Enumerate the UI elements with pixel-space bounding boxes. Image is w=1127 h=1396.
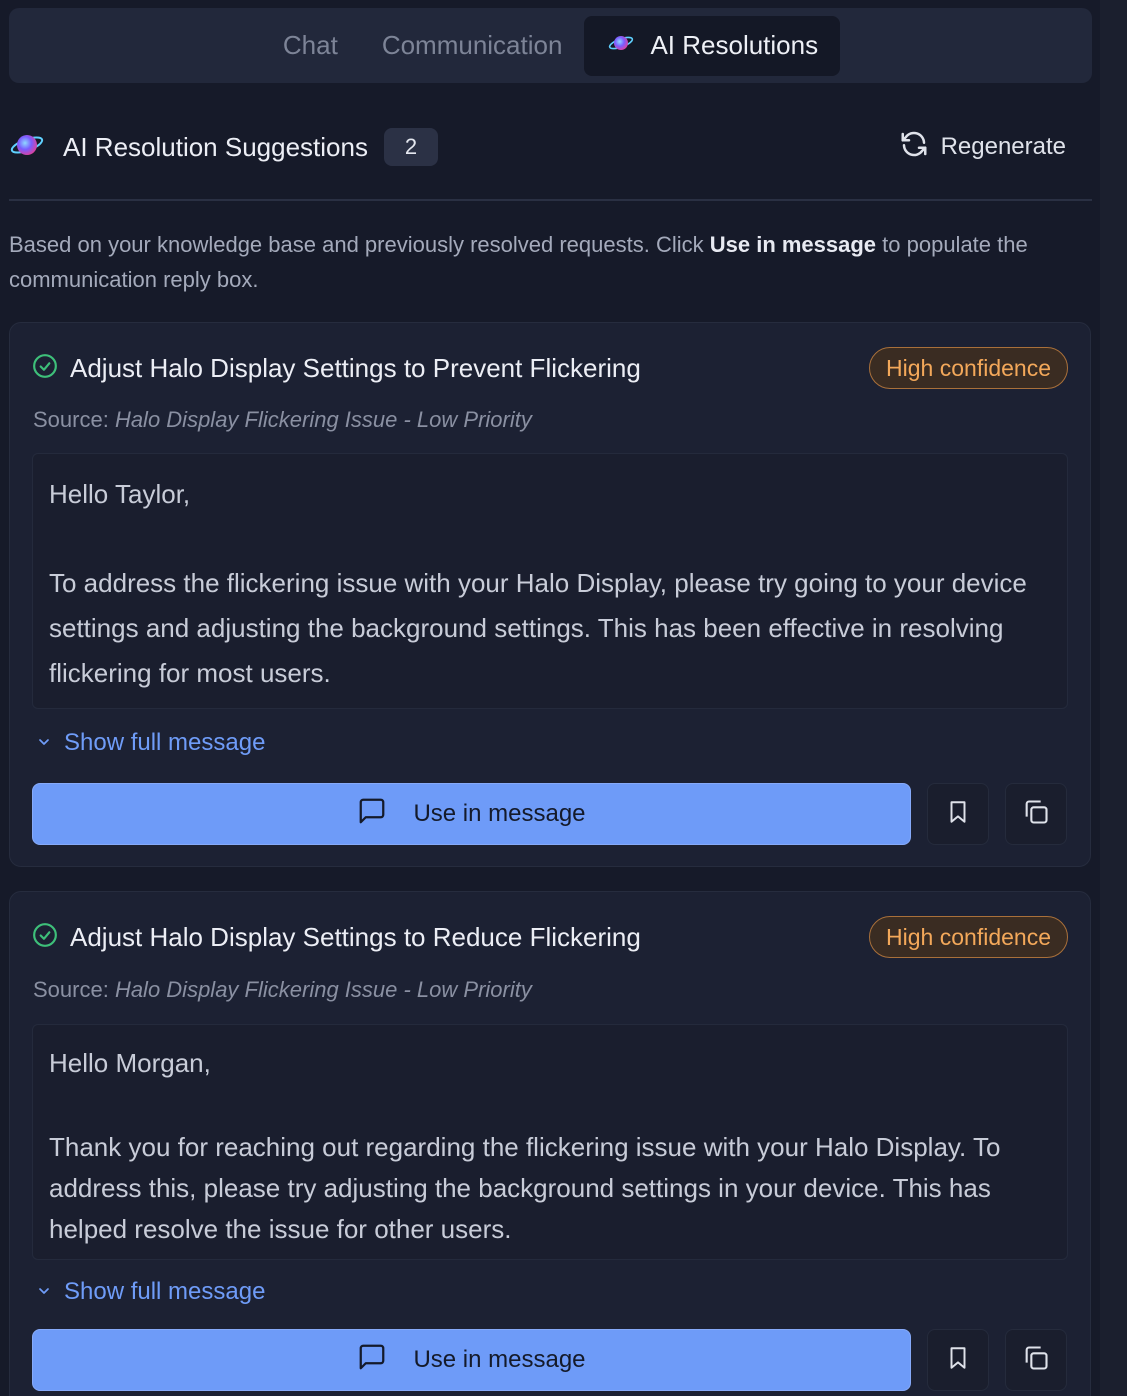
intro-before: Based on your knowledge base and previou… [9, 232, 710, 257]
source-line: Source: Halo Display Flickering Issue - … [33, 977, 532, 1003]
show-full-message-toggle[interactable]: Show full message [36, 729, 265, 757]
suggestion-title: Adjust Halo Display Settings to Prevent … [70, 352, 641, 383]
card-actions: Use in message [32, 783, 1067, 845]
message-preview: Hello Taylor, To address the flickering … [32, 453, 1068, 709]
intro-bold: Use in message [709, 232, 877, 257]
tab-bar: Chat Communication AI Resolutions [9, 8, 1092, 83]
bookmark-icon [945, 1344, 971, 1377]
message-body: Thank you for reaching out regarding the… [49, 1132, 1001, 1244]
count-badge: 2 [383, 128, 438, 166]
chevron-down-icon [36, 1278, 52, 1306]
message-preview: Hello Morgan, Thank you for reaching out… [32, 1024, 1068, 1260]
show-full-message-toggle[interactable]: Show full message [36, 1278, 265, 1306]
chevron-down-icon [36, 729, 52, 757]
suggestion-title: Adjust Halo Display Settings to Reduce F… [70, 921, 641, 952]
tab-label: Chat [282, 30, 338, 60]
tab-ai-resolutions[interactable]: AI Resolutions [584, 15, 841, 76]
source-line: Source: Halo Display Flickering Issue - … [33, 407, 532, 433]
ai-orb-icon [9, 130, 45, 165]
show-full-label: Show full message [64, 729, 266, 756]
suggestion-card: Adjust Halo Display Settings to Reduce F… [9, 891, 1091, 1396]
source-link: Halo Display Flickering Issue - Low Prio… [114, 407, 532, 432]
bookmark-icon [945, 798, 971, 831]
check-circle-icon [32, 922, 58, 953]
tab-chat[interactable]: Chat [261, 16, 360, 76]
page-title: AI Resolution Suggestions [63, 131, 368, 162]
regenerate-label: Regenerate [940, 133, 1066, 160]
use-in-message-button[interactable]: Use in message [32, 783, 911, 845]
intro-text: Based on your knowledge base and previou… [9, 227, 1079, 297]
message-square-icon [357, 1342, 387, 1379]
message-body: To address the flickering issue with you… [49, 568, 1027, 688]
show-full-label: Show full message [64, 1278, 266, 1305]
suggestions-header: AI Resolution Suggestions 2 Regenerate [9, 118, 1092, 176]
scroll-edge [1100, 0, 1127, 1396]
message-greeting: Hello Morgan, [49, 1048, 211, 1078]
card-header: Adjust Halo Display Settings to Prevent … [32, 347, 1068, 389]
confidence-badge: High confidence [869, 347, 1068, 389]
source-label: Source: [33, 407, 115, 432]
source-link: Halo Display Flickering Issue - Low Prio… [114, 977, 532, 1002]
copy-icon [1022, 1344, 1050, 1377]
source-label: Source: [33, 977, 115, 1002]
message-greeting: Hello Taylor, [49, 479, 191, 509]
tab-communication[interactable]: Communication [360, 16, 585, 76]
use-in-message-button[interactable]: Use in message [32, 1329, 911, 1391]
suggestion-card: Adjust Halo Display Settings to Prevent … [9, 322, 1091, 867]
card-actions: Use in message [32, 1329, 1067, 1391]
use-in-message-label: Use in message [413, 1346, 586, 1373]
copy-button[interactable] [1005, 1329, 1067, 1391]
copy-icon [1022, 798, 1050, 831]
confidence-badge: High confidence [869, 916, 1068, 958]
tab-label: Communication [381, 30, 563, 60]
check-circle-icon [32, 353, 58, 384]
ai-resolutions-panel: Chat Communication AI Resolutions AI Res… [0, 0, 1127, 1396]
copy-button[interactable] [1005, 783, 1067, 845]
divider [9, 199, 1092, 201]
use-in-message-label: Use in message [413, 800, 586, 827]
card-header: Adjust Halo Display Settings to Reduce F… [32, 916, 1068, 958]
message-square-icon [357, 796, 387, 833]
bookmark-button[interactable] [927, 1329, 989, 1391]
regenerate-button[interactable]: Regenerate [899, 129, 1066, 166]
ai-orb-icon [608, 30, 634, 61]
bookmark-button[interactable] [927, 783, 989, 845]
tab-label: AI Resolutions [650, 30, 819, 60]
refresh-icon [899, 129, 929, 166]
